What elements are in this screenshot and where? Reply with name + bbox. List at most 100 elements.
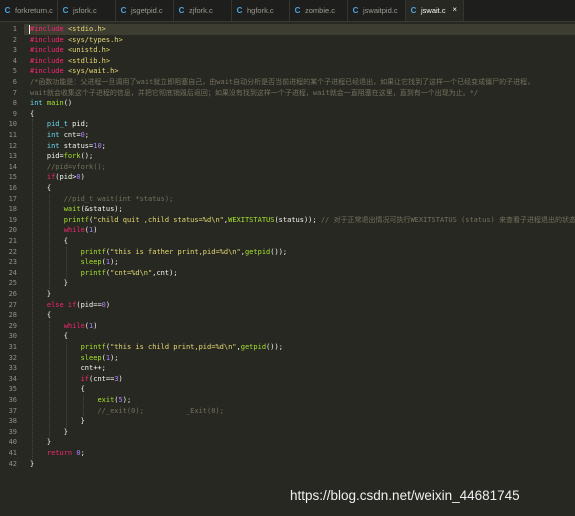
tab-label: jswait.c xyxy=(421,6,446,15)
code-line: } xyxy=(30,289,51,300)
code-line: printf("child quit ,child status=%d\n",W… xyxy=(30,215,575,226)
code-token: ()); xyxy=(270,247,288,256)
tab-forkreturn-c[interactable]: Cforkreturn.c xyxy=(0,0,58,21)
code-line: { xyxy=(30,236,68,247)
code-line: } xyxy=(30,278,68,289)
tab-jsgetpid-c[interactable]: Cjsgetpid.c xyxy=(116,0,174,21)
c-file-icon: C xyxy=(120,6,127,15)
line-number: 17 xyxy=(8,194,17,203)
code-token: (cnt== xyxy=(89,374,115,383)
line-number: 25 xyxy=(8,279,17,288)
code-token: ; xyxy=(101,141,106,150)
code-token: { xyxy=(30,385,85,394)
code-token: #include xyxy=(30,67,68,76)
code-token: ) xyxy=(93,226,98,235)
code-token: cnt++; xyxy=(30,364,106,373)
code-token: pid= xyxy=(30,152,64,161)
line-number: 21 xyxy=(8,237,17,245)
line-number: 11 xyxy=(8,131,17,139)
code-line: { xyxy=(30,109,34,120)
tab-hgfork-c[interactable]: Chgfork.c xyxy=(232,0,290,21)
c-file-icon: C xyxy=(178,6,185,15)
tab-label: jsgetpid.c xyxy=(131,6,163,15)
code-token: #include xyxy=(30,56,68,65)
code-token: //pid_t wait(int *status); xyxy=(30,194,174,203)
line-number: 3 xyxy=(12,46,17,55)
code-line: } xyxy=(30,459,34,470)
code-token: "child quit ,child status=%d\n" xyxy=(93,215,224,224)
code-token: WEXITSTATUS xyxy=(228,215,275,224)
code-token: ()); xyxy=(266,343,283,351)
code-line: printf("this is father print,pid=%d\n",g… xyxy=(30,247,288,258)
code-token: int xyxy=(46,131,64,139)
code-token: printf xyxy=(63,215,90,224)
line-number: 27 xyxy=(8,300,17,309)
code-line: pid_t pid; xyxy=(30,119,89,130)
line-number: 34 xyxy=(8,374,17,383)
line-number: 32 xyxy=(8,353,17,362)
code-token: } xyxy=(30,290,52,298)
line-number: 9 xyxy=(12,109,17,118)
line-number: 20 xyxy=(8,226,17,235)
code-token: wait xyxy=(63,205,81,214)
text-cursor xyxy=(29,25,30,34)
code-line: } xyxy=(30,427,68,438)
line-number: 29 xyxy=(8,321,17,330)
code-token: { xyxy=(30,311,52,320)
line-number: 42 xyxy=(8,459,17,468)
code-line: wait(&status); xyxy=(30,204,123,215)
code-token: if xyxy=(80,374,90,383)
code-token: getpid xyxy=(240,343,267,351)
tab-jswait-c[interactable]: Cjswait.c × xyxy=(406,0,464,21)
code-line: { xyxy=(30,310,51,321)
code-line: exit(5); xyxy=(30,395,131,406)
line-number: 16 xyxy=(8,184,17,192)
line-number: 22 xyxy=(8,247,17,256)
code-token: } xyxy=(30,417,85,426)
code-token: wait就会收集这个子进程的信息，并把它彻底销毁后返回；如果没有找到这样一个子进… xyxy=(30,88,479,97)
code-token: ,cnt); xyxy=(152,268,178,277)
line-number: 40 xyxy=(8,438,17,447)
tab-zjfork-c[interactable]: Czjfork.c xyxy=(174,0,232,21)
code-token: ; xyxy=(84,131,90,139)
code-token: sleep xyxy=(80,353,102,362)
tab-label: zombie.c xyxy=(305,6,336,15)
c-file-icon: C xyxy=(352,6,359,15)
code-token: printf xyxy=(80,343,106,351)
code-token: ); xyxy=(110,258,119,267)
line-number: 7 xyxy=(12,88,17,97)
code-token: //_exit(0); _Exit(0); xyxy=(30,406,224,415)
line-number: 14 xyxy=(8,162,17,171)
code-token: ) xyxy=(93,321,98,330)
c-file-icon: C xyxy=(294,6,301,15)
code-token: return xyxy=(46,449,77,457)
code-token: (status)); xyxy=(274,215,321,224)
code-token: cnt= xyxy=(63,131,81,139)
code-token: printf xyxy=(80,247,106,256)
code-editor[interactable]: 1 2 3 4 5 6 7 8 9 10 11 12 13 14 15 16 17 18 19 20 21 22 23 24 2… xyxy=(0,22,575,516)
tab-label: hgfork.c xyxy=(247,6,274,15)
line-number: 28 xyxy=(8,311,17,320)
tab-zombie-c[interactable]: Czombie.c xyxy=(290,0,348,21)
code-token: #include xyxy=(30,35,68,44)
code-token: <sys/wait.h> xyxy=(67,67,119,76)
tab-jsfork-c[interactable]: Cjsfork.c xyxy=(58,0,116,21)
line-number: 15 xyxy=(8,173,17,182)
code-token: printf xyxy=(80,268,106,277)
close-tab-icon[interactable]: × xyxy=(452,5,457,14)
code-token: } xyxy=(30,427,68,436)
tab-jswaitpid-c[interactable]: Cjswaitpid.c xyxy=(348,0,406,21)
line-number: 12 xyxy=(8,141,17,150)
code-token: <unistd.h> xyxy=(67,46,111,55)
code-line: #include <unistd.h> xyxy=(30,45,110,56)
